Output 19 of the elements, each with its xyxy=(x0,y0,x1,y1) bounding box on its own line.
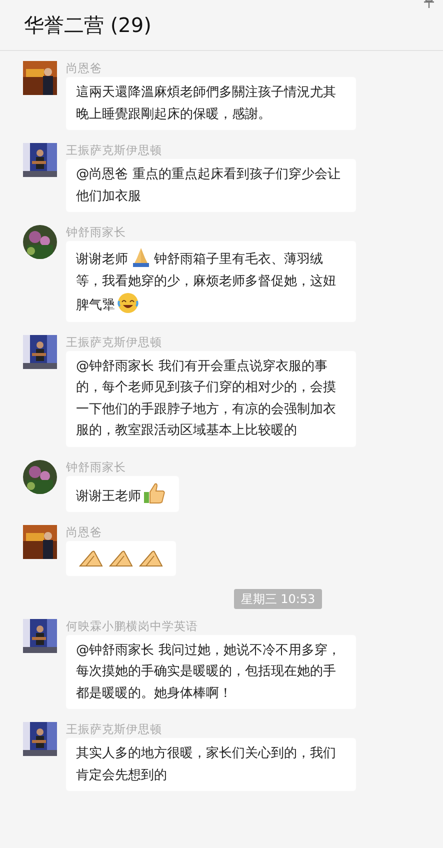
message-bubble: @钟舒雨家长 我问过她，她说不冷不用多穿，每次摸她的手确实是暖暖的，包括现在她的手都是暖暖的。她身体棒啊！ xyxy=(66,634,356,709)
chat-title: 华誉二营 (29) xyxy=(24,12,152,39)
sender-name: 王振萨克斯伊思顿 xyxy=(66,722,163,736)
message-bubble: 其实人多的地方很暖，家长们关心到的，我们肯定会先想到的 xyxy=(66,738,356,791)
timestamp: 星期三 10:53 xyxy=(234,588,322,608)
message-bubble: 谢谢老师 钟舒雨箱子里有毛衣、薄羽绒等，我看她穿的少，麻烦老师多督促她，这妞脾气犟 xyxy=(66,241,356,322)
sender-name: 尚恩爸 xyxy=(66,525,103,539)
message-bubble: @钟舒雨家长 我们有开会重点说穿衣服的事的，每个老师见到孩子们穿的相对少的，会摸一下他们的手跟脖子地方，有凉的会强制加衣服的，教室跟活动区域基本上比较暖的 xyxy=(66,350,356,446)
sender-name: 钟舒雨家长 xyxy=(66,460,127,474)
message-bubble: 這兩天還降溫麻煩老師們多關注孩子情況尤其晚上睡覺跟剛起床的保暖，感謝。 xyxy=(66,77,356,130)
thumbs-up-icon xyxy=(143,480,167,504)
sender-name: 何映霖小鹏横岗中学英语 xyxy=(66,618,199,632)
sender-name: 王振萨克斯伊思顿 xyxy=(66,334,163,348)
sender-name: 王振萨克斯伊思顿 xyxy=(66,143,163,157)
sender-name: 钟舒雨家长 xyxy=(66,225,127,239)
laughing-face-icon xyxy=(117,292,139,314)
sender-name: 尚恩爸 xyxy=(66,61,103,75)
message-bubble: 谢谢王老师 xyxy=(66,476,179,512)
message-bubble: @尚恩爸 重点的重点起床看到孩子们穿少会让他们加衣服 xyxy=(66,159,356,212)
